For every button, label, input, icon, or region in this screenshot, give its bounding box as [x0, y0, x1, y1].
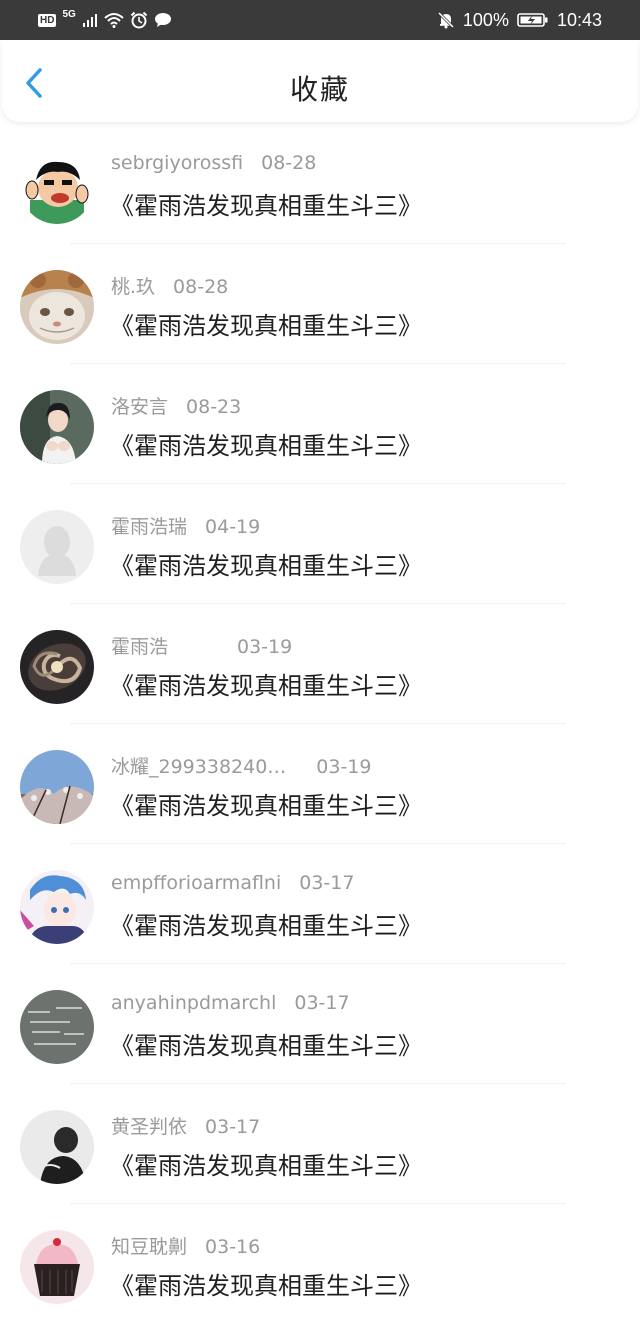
- author-name[interactable]: 霍雨浩: [111, 632, 219, 659]
- portrait-avatar-image: [20, 390, 94, 464]
- item-title[interactable]: 《霍雨浩发现真相重生斗三》: [110, 1146, 422, 1181]
- author-name[interactable]: 桃.玖: [111, 272, 155, 299]
- avatar[interactable]: [20, 390, 94, 464]
- signal-icon: [82, 14, 97, 27]
- post-date: 04-19: [205, 516, 261, 538]
- message-icon: [154, 13, 171, 27]
- item-title[interactable]: 《霍雨浩发现真相重生斗三》: [110, 546, 422, 581]
- post-date: 08-28: [261, 152, 317, 174]
- author-name[interactable]: 冰耀_299338240…: [111, 752, 286, 779]
- list-item[interactable]: 黄圣判依 03-17 《霍雨浩发现真相重生斗三》: [0, 1084, 640, 1204]
- item-meta: 霍雨浩瑞 04-19: [111, 512, 260, 539]
- default-avatar-image: [20, 510, 94, 584]
- avatar[interactable]: [20, 1230, 94, 1304]
- post-date: 03-19: [316, 756, 372, 778]
- blossom-sky-avatar-image: [20, 750, 94, 824]
- page-title: 收藏: [289, 73, 350, 106]
- item-meta: anyahinpdmarchl 03-17: [111, 992, 350, 1014]
- item-meta: empfforioarmaflni 03-17: [111, 872, 354, 894]
- anime-avatar-image: [20, 870, 94, 944]
- top-nav-bar: 收藏: [2, 40, 638, 122]
- item-meta: 桃.玖 08-28: [111, 272, 228, 299]
- list-item[interactable]: empfforioarmaflni 03-17 《霍雨浩发现真相重生斗三》: [0, 844, 640, 964]
- post-date: 03-17: [294, 992, 350, 1014]
- sketch-avatar-image: [20, 1110, 94, 1184]
- post-date: 08-28: [173, 276, 229, 298]
- avatar[interactable]: [20, 750, 94, 824]
- cartoon-avatar-image: [20, 150, 94, 224]
- avatar[interactable]: [20, 510, 94, 584]
- mute-bell-icon: [437, 11, 454, 29]
- network-label: 5G: [62, 8, 76, 20]
- post-date: 03-16: [205, 1236, 261, 1258]
- list-item[interactable]: 霍雨浩 03-19 《霍雨浩发现真相重生斗三》: [0, 604, 640, 724]
- avatar[interactable]: [20, 270, 94, 344]
- alarm-icon: [130, 11, 148, 29]
- list-item[interactable]: sebrgiyorossfi 08-28 《霍雨浩发现真相重生斗三》: [0, 124, 640, 244]
- battery-charging-icon: [517, 13, 548, 27]
- favorites-list: sebrgiyorossfi 08-28 《霍雨浩发现真相重生斗三》 桃.玖 08-…: [0, 124, 640, 1324]
- author-name[interactable]: sebrgiyorossfi: [111, 152, 243, 174]
- avatar[interactable]: [20, 1110, 94, 1184]
- list-item[interactable]: 知豆耽劓 03-16 《霍雨浩发现真相重生斗三》: [0, 1204, 640, 1324]
- cupcake-avatar-image: [20, 1230, 94, 1304]
- author-name[interactable]: 知豆耽劓: [111, 1232, 187, 1259]
- list-item[interactable]: 冰耀_299338240… 03-19 《霍雨浩发现真相重生斗三》: [0, 724, 640, 844]
- item-title[interactable]: 《霍雨浩发现真相重生斗三》: [110, 426, 422, 461]
- item-meta: sebrgiyorossfi 08-28: [111, 152, 316, 174]
- list-item[interactable]: 桃.玖 08-28 《霍雨浩发现真相重生斗三》: [0, 244, 640, 364]
- list-item[interactable]: anyahinpdmarchl 03-17 《霍雨浩发现真相重生斗三》: [0, 964, 640, 1084]
- status-right-icons: 100% 10:43: [437, 8, 602, 32]
- status-time: 10:43: [556, 9, 602, 30]
- galaxy-avatar-image: [20, 630, 94, 704]
- post-date: 03-19: [237, 636, 293, 658]
- post-date: 03-17: [205, 1116, 261, 1138]
- author-name[interactable]: anyahinpdmarchl: [111, 992, 276, 1014]
- item-meta: 黄圣判依 03-17: [111, 1112, 260, 1139]
- avatar[interactable]: [20, 870, 94, 944]
- item-title[interactable]: 《霍雨浩发现真相重生斗三》: [110, 306, 422, 341]
- list-item[interactable]: 霍雨浩瑞 04-19 《霍雨浩发现真相重生斗三》: [0, 484, 640, 604]
- author-name[interactable]: empfforioarmaflni: [111, 872, 281, 894]
- item-title[interactable]: 《霍雨浩发现真相重生斗三》: [110, 906, 422, 941]
- item-title[interactable]: 《霍雨浩发现真相重生斗三》: [110, 186, 422, 221]
- post-date: 08-23: [186, 396, 242, 418]
- author-name[interactable]: 洛安言: [111, 392, 168, 419]
- item-title[interactable]: 《霍雨浩发现真相重生斗三》: [110, 786, 422, 821]
- author-name[interactable]: 霍雨浩瑞: [111, 512, 187, 539]
- status-bar: HD 5G 100% 10:43: [0, 0, 640, 40]
- avatar[interactable]: [20, 630, 94, 704]
- item-meta: 冰耀_299338240… 03-19: [111, 752, 372, 779]
- hd-badge: HD: [38, 13, 57, 27]
- post-date: 03-17: [299, 872, 355, 894]
- item-meta: 洛安言 08-23: [111, 392, 241, 419]
- item-meta: 知豆耽劓 03-16: [111, 1232, 260, 1259]
- list-item[interactable]: 洛安言 08-23 《霍雨浩发现真相重生斗三》: [0, 364, 640, 484]
- item-title[interactable]: 《霍雨浩发现真相重生斗三》: [110, 666, 422, 701]
- chalkboard-avatar-image: [20, 990, 94, 1064]
- author-name[interactable]: 黄圣判依: [111, 1112, 187, 1139]
- item-title[interactable]: 《霍雨浩发现真相重生斗三》: [110, 1266, 422, 1301]
- item-title[interactable]: 《霍雨浩发现真相重生斗三》: [110, 1026, 422, 1061]
- wifi-icon: [104, 13, 124, 28]
- battery-percent: 100%: [462, 9, 509, 30]
- status-left-icons: HD 5G: [38, 8, 172, 32]
- item-meta: 霍雨浩 03-19: [111, 632, 292, 659]
- avatar[interactable]: [20, 150, 94, 224]
- cat-avatar-image: [20, 270, 94, 344]
- avatar[interactable]: [20, 990, 94, 1064]
